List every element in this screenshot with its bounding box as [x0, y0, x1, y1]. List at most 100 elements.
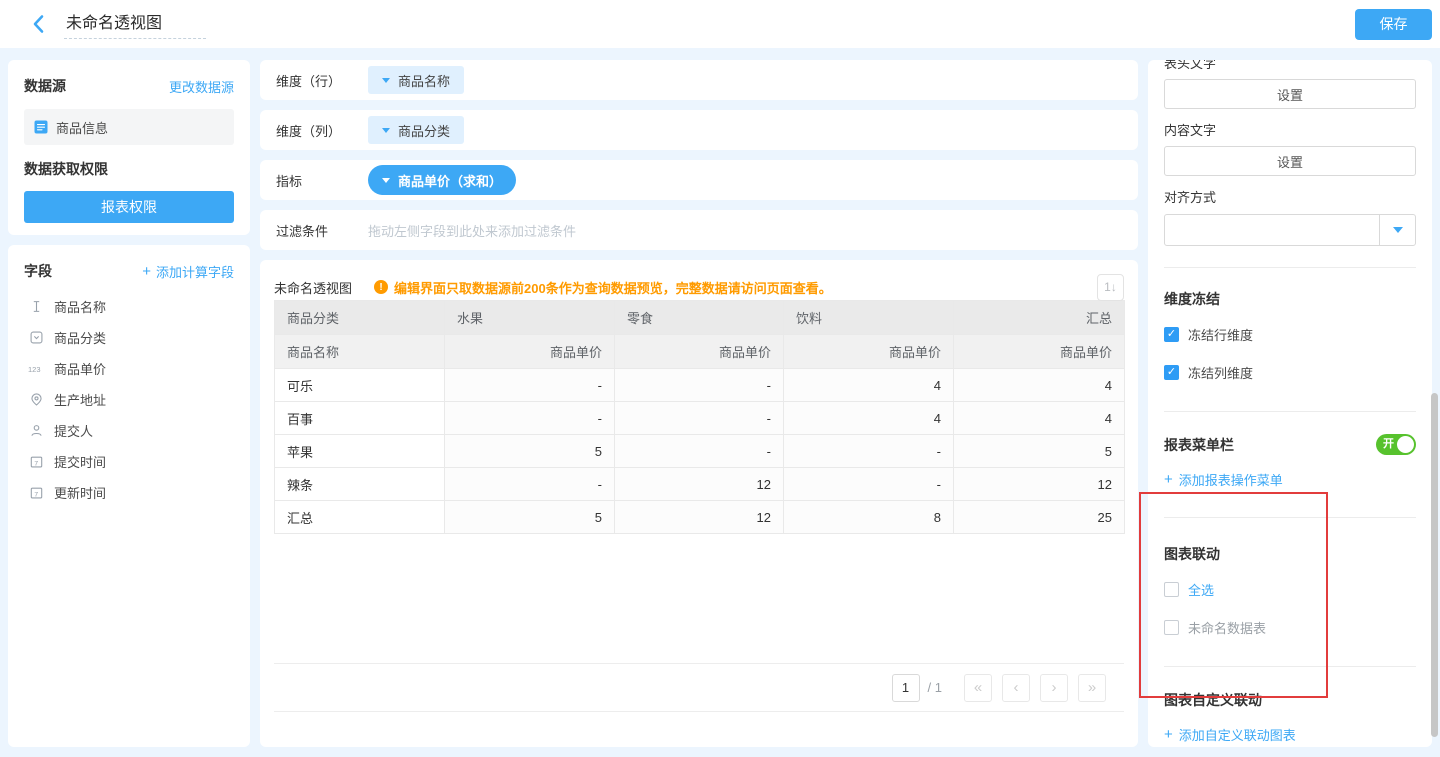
pivot-row: 苹果5--5 — [275, 435, 1125, 468]
menu-bar-toggle[interactable]: 开 — [1376, 434, 1416, 455]
field-item[interactable]: 7 更新时间 — [24, 477, 234, 508]
filter-row[interactable]: 过滤条件 拖动左侧字段到此处来添加过滤条件 — [260, 210, 1138, 250]
toggle-knob — [1397, 436, 1414, 453]
add-report-menu-link[interactable]: + 添加报表操作菜单 — [1164, 470, 1416, 489]
pivot-value-header: 商品单价 — [615, 335, 784, 369]
checkbox-unchecked-icon[interactable] — [1164, 620, 1179, 635]
calendar-icon: 7 — [28, 486, 45, 499]
checkbox-checked-icon[interactable]: ✓ — [1164, 327, 1179, 342]
pivot-cell: 8 — [784, 501, 954, 534]
pivot-cell: 5 — [445, 435, 615, 468]
plus-icon: + — [142, 265, 151, 278]
pivot-cell: - — [445, 402, 615, 435]
filter-label: 过滤条件 — [276, 221, 368, 240]
save-button[interactable]: 保存 — [1355, 9, 1432, 40]
field-list: 商品名称商品分类123商品单价生产地址提交人 7 提交时间 7 更新时间 — [24, 291, 234, 508]
freeze-col-label: 冻结列维度 — [1188, 363, 1253, 382]
add-calc-field-link[interactable]: + 添加计算字段 — [142, 262, 234, 281]
field-item[interactable]: 123商品单价 — [24, 353, 234, 384]
metric-tag[interactable]: 商品单价（求和） — [368, 165, 516, 195]
field-label: 提交人 — [54, 421, 93, 440]
row-dimension-tag[interactable]: 商品名称 — [368, 66, 464, 94]
pivot-cell: 百事 — [275, 402, 445, 435]
pagination-buttons: « ‹ › » — [954, 674, 1106, 702]
checkbox-checked-icon[interactable]: ✓ — [1164, 365, 1179, 380]
add-custom-linkage-link[interactable]: + 添加自定义联动图表 — [1164, 725, 1416, 744]
content-text-set-button[interactable]: 设置 — [1164, 146, 1416, 176]
header-text-set-button[interactable]: 设置 — [1164, 79, 1416, 109]
sort-icon[interactable]: 1↓ — [1097, 274, 1124, 301]
fields-title: 字段 — [24, 261, 52, 281]
field-label: 商品名称 — [54, 297, 106, 316]
top-bar: 未命名透视图 保存 — [0, 0, 1440, 48]
pivot-title: 未命名透视图 — [274, 278, 352, 297]
person-icon — [28, 424, 45, 437]
field-item[interactable]: 商品分类 — [24, 322, 234, 353]
pivot-cell: - — [615, 402, 784, 435]
right-panel-scrollbar[interactable] — [1431, 393, 1438, 737]
row-dimension-label: 维度（行） — [276, 71, 368, 90]
back-button[interactable] — [26, 12, 50, 36]
pivot-cell: 5 — [954, 435, 1125, 468]
divider — [1164, 666, 1416, 667]
freeze-row-label: 冻结行维度 — [1188, 325, 1253, 344]
pivot-cell: 可乐 — [275, 369, 445, 402]
plus-icon: + — [1164, 473, 1173, 486]
page-title[interactable]: 未命名透视图 — [64, 9, 206, 39]
metric-label: 指标 — [276, 171, 368, 190]
align-dropdown[interactable] — [1164, 214, 1416, 246]
next-page-button[interactable]: › — [1040, 674, 1068, 702]
pivot-cell: 汇总 — [275, 501, 445, 534]
prev-page-button[interactable]: ‹ — [1002, 674, 1030, 702]
pivot-cell: 4 — [784, 369, 954, 402]
caret-down-icon — [1393, 227, 1403, 233]
select-all-label: 全选 — [1188, 580, 1214, 599]
pivot-value-header: 商品单价 — [445, 335, 615, 369]
select-icon — [28, 331, 45, 344]
page-input[interactable] — [892, 674, 920, 702]
field-item[interactable]: 提交人 — [24, 415, 234, 446]
pivot-preview-card: 未命名透视图 ! 编辑界面只取数据源前200条作为查询数据预览，完整数据请访问页… — [260, 260, 1138, 747]
field-label: 提交时间 — [54, 452, 106, 471]
caret-down-icon — [382, 78, 390, 83]
datasource-item[interactable]: 商品信息 — [24, 109, 234, 145]
main-panel: 维度（行） 商品名称 维度（列） 商品分类 指标 商品单价（求和） 过滤条件 拖… — [260, 60, 1138, 747]
pivot-cell: 12 — [615, 468, 784, 501]
filter-placeholder: 拖动左侧字段到此处来添加过滤条件 — [368, 221, 576, 240]
divider — [1164, 267, 1416, 268]
col-dimension-tag[interactable]: 商品分类 — [368, 116, 464, 144]
toggle-on-label: 开 — [1383, 438, 1394, 451]
pivot-cell: 12 — [615, 501, 784, 534]
svg-text:7: 7 — [34, 491, 38, 498]
pivot-header: 未命名透视图 ! 编辑界面只取数据源前200条作为查询数据预览，完整数据请访问页… — [274, 274, 1124, 300]
warning-icon: ! — [374, 280, 388, 294]
pivot-value-header: 商品单价 — [954, 335, 1125, 369]
last-page-button[interactable]: » — [1078, 674, 1106, 702]
change-datasource-link[interactable]: 更改数据源 — [169, 77, 234, 96]
checkbox-unchecked-icon[interactable] — [1164, 582, 1179, 597]
plus-icon: + — [1164, 728, 1173, 741]
pivot-cell: 12 — [954, 468, 1125, 501]
report-permission-button[interactable]: 报表权限 — [24, 191, 234, 223]
number-icon: 123 — [28, 363, 45, 375]
freeze-row-checkbox-row[interactable]: ✓ 冻结行维度 — [1164, 325, 1416, 344]
pivot-cell: 苹果 — [275, 435, 445, 468]
field-label: 生产地址 — [54, 390, 106, 409]
field-label: 更新时间 — [54, 483, 106, 502]
svg-text:7: 7 — [34, 460, 38, 467]
pivot-cell: - — [784, 435, 954, 468]
first-page-button[interactable]: « — [964, 674, 992, 702]
pivot-row: 可乐--44 — [275, 369, 1125, 402]
field-item[interactable]: 7 提交时间 — [24, 446, 234, 477]
pivot-cell: 4 — [784, 402, 954, 435]
right-style-panel: 表头文字 设置 内容文字 设置 对齐方式 维度冻结 ✓ 冻结行维度 ✓ 冻结列维… — [1148, 60, 1432, 747]
preview-warning: ! 编辑界面只取数据源前200条作为查询数据预览，完整数据请访问页面查看。 — [374, 278, 832, 297]
freeze-col-checkbox-row[interactable]: ✓ 冻结列维度 — [1164, 363, 1416, 382]
pivot-value-header: 商品名称 — [275, 335, 445, 369]
field-item[interactable]: 生产地址 — [24, 384, 234, 415]
divider — [1164, 411, 1416, 412]
field-item[interactable]: 商品名称 — [24, 291, 234, 322]
dataset-checkbox-row[interactable]: 未命名数据表 — [1164, 618, 1416, 637]
select-all-checkbox-row[interactable]: 全选 — [1164, 580, 1416, 599]
pivot-cell: 5 — [445, 501, 615, 534]
